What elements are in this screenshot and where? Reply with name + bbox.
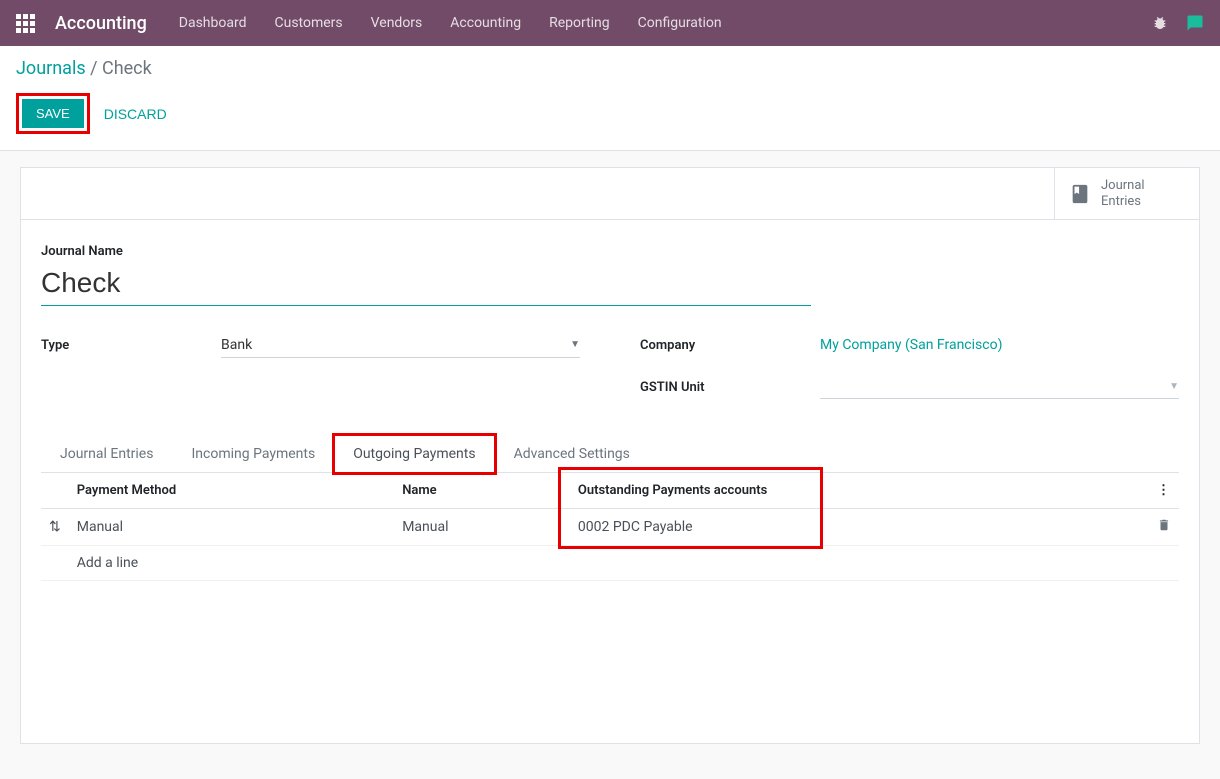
bug-icon[interactable]: [1152, 15, 1168, 31]
table-row[interactable]: ⇅ Manual Manual 0002 PDC Payable: [41, 509, 1179, 546]
header-payment-method: Payment Method: [69, 473, 394, 509]
tab-journal-entries[interactable]: Journal Entries: [41, 435, 172, 473]
journal-name-input[interactable]: [41, 263, 811, 306]
form-sheet: Journal Entries Journal Name Type Bank ▼: [20, 167, 1200, 744]
nav-dashboard[interactable]: Dashboard: [179, 15, 247, 31]
apps-icon[interactable]: [16, 14, 35, 33]
type-select[interactable]: Bank ▼: [221, 333, 580, 358]
breadcrumb: Journals / Check: [16, 58, 1204, 79]
tab-pane-outgoing: Payment Method Name Outstanding Payments…: [41, 473, 1179, 723]
save-button[interactable]: SAVE: [22, 99, 84, 128]
header-outstanding-account: Outstanding Payments accounts: [570, 473, 1149, 509]
header-name: Name: [394, 473, 570, 509]
tabs: Journal Entries Incoming Payments Outgoi…: [41, 434, 1179, 473]
main-nav: Dashboard Customers Vendors Accounting R…: [179, 15, 722, 31]
journal-name-label: Journal Name: [41, 244, 1179, 259]
chevron-down-icon: ▼: [570, 339, 580, 350]
tab-incoming-payments[interactable]: Incoming Payments: [172, 435, 334, 473]
cell-account[interactable]: 0002 PDC Payable: [570, 509, 1149, 546]
gstin-label: GSTIN Unit: [640, 380, 820, 395]
drag-handle-icon[interactable]: ⇅: [41, 509, 69, 546]
delete-row-icon[interactable]: [1149, 509, 1179, 546]
company-label: Company: [640, 338, 820, 353]
breadcrumb-parent[interactable]: Journals: [16, 58, 86, 79]
journal-entries-stat-button[interactable]: Journal Entries: [1054, 168, 1199, 219]
nav-vendors[interactable]: Vendors: [371, 15, 423, 31]
type-value: Bank: [221, 337, 252, 353]
nav-reporting[interactable]: Reporting: [549, 15, 610, 31]
add-line-button[interactable]: Add a line: [69, 546, 1179, 581]
drag-column: [41, 473, 69, 509]
stat-button-label: Journal Entries: [1101, 178, 1185, 209]
cell-method[interactable]: Manual: [69, 509, 394, 546]
brand-title[interactable]: Accounting: [55, 13, 147, 34]
action-buttons: SAVE DISCARD: [16, 93, 1204, 134]
cell-name[interactable]: Manual: [394, 509, 570, 546]
type-label: Type: [41, 338, 221, 353]
tab-outgoing-payments[interactable]: Outgoing Payments: [334, 435, 494, 473]
payment-methods-table: Payment Method Name Outstanding Payments…: [41, 473, 1179, 581]
breadcrumb-separator: /: [90, 58, 102, 79]
breadcrumb-current: Check: [102, 58, 152, 79]
company-link[interactable]: My Company (San Francisco): [820, 337, 1002, 353]
chat-icon[interactable]: [1186, 14, 1204, 32]
tab-advanced-settings[interactable]: Advanced Settings: [495, 435, 649, 473]
gstin-select[interactable]: ▼: [820, 375, 1179, 399]
nav-customers[interactable]: Customers: [275, 15, 343, 31]
book-icon: [1069, 183, 1091, 205]
chevron-down-icon: ▼: [1169, 381, 1179, 392]
navbar-right: [1152, 14, 1204, 32]
control-bar: Journals / Check SAVE DISCARD: [0, 46, 1220, 151]
nav-configuration[interactable]: Configuration: [638, 15, 722, 31]
stat-button-box: Journal Entries: [21, 168, 1199, 220]
nav-accounting[interactable]: Accounting: [450, 15, 521, 31]
top-navbar: Accounting Dashboard Customers Vendors A…: [0, 0, 1220, 46]
table-options-icon[interactable]: ⋮: [1149, 473, 1179, 509]
save-highlight-box: SAVE: [16, 93, 90, 134]
discard-button[interactable]: DISCARD: [98, 98, 173, 130]
